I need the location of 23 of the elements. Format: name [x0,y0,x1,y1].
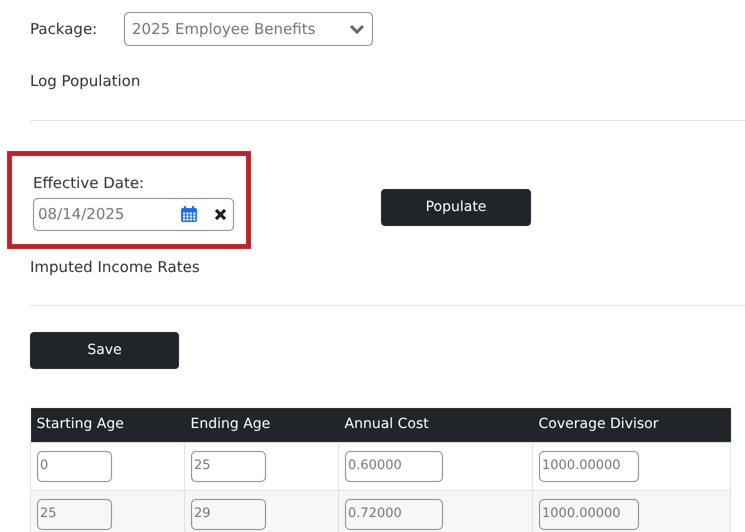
chevron-down-icon [349,24,365,34]
calendar-icon[interactable] [180,205,198,223]
section-title: Imputed Income Rates [30,256,200,278]
column-header: Coverage Divisor [532,408,730,442]
column-header: Ending Age [184,408,338,442]
table-input-field[interactable]: 0 [37,450,112,482]
table-input-field[interactable]: 0.60000 [345,450,443,482]
clear-icon[interactable] [214,208,227,220]
section-title: Log Population [30,71,140,92]
table-input-field[interactable]: 1000.00000 [539,498,639,530]
package-label: Package: [30,18,98,40]
save-button[interactable]: Save [30,332,179,369]
effective-date-label: Effective Date: [33,174,144,192]
table-input-field[interactable]: 0.72000 [345,498,443,530]
column-header: Starting Age [30,408,184,442]
table-input-field[interactable]: 29 [191,498,266,530]
column-header: Annual Cost [338,408,532,442]
populate-button[interactable]: Populate [381,188,531,226]
package-dropdown[interactable]: 2025 Employee Benefits [124,12,373,46]
table-input-field[interactable]: 1000.00000 [539,450,639,482]
table-input-field[interactable]: 25 [37,498,112,530]
table-input-field[interactable]: 25 [191,450,266,482]
date-field[interactable]: 08/14/2025 [33,198,234,230]
